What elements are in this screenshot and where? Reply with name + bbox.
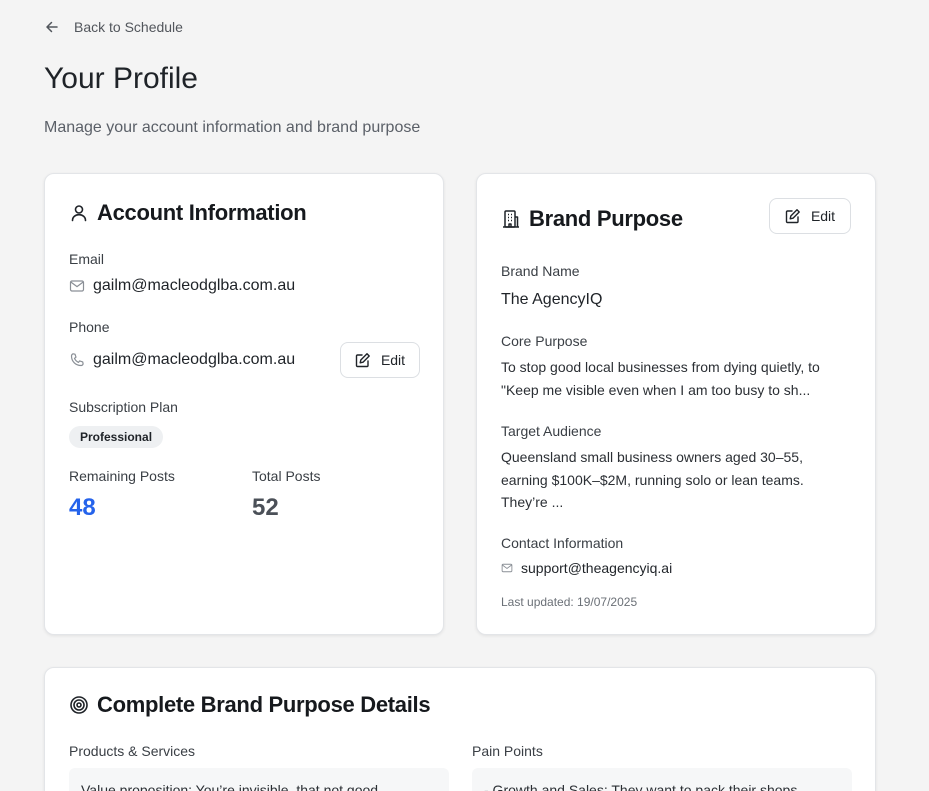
account-card-header: Account Information [69, 200, 307, 226]
pain-points-box: - Growth and Sales: They want to pack th… [472, 768, 852, 791]
pain-points-label: Pain Points [472, 743, 543, 759]
building-icon [503, 210, 519, 228]
brand-edit-button[interactable]: Edit [769, 198, 851, 234]
brand-edit-label: Edit [810, 208, 836, 224]
pencil-square-icon [785, 209, 800, 224]
pencil-square-icon [355, 353, 370, 368]
email-value: gailm@macleodglba.com.au [93, 277, 296, 294]
target-audience-label: Target Audience [501, 423, 602, 439]
total-posts-label: Total Posts [252, 468, 321, 484]
account-edit-label: Edit [380, 352, 406, 368]
remaining-posts-label: Remaining Posts [69, 468, 175, 484]
products-services-value: Value proposition: You’re invisible, tha… [81, 782, 379, 791]
target-icon [70, 696, 88, 714]
core-purpose-label: Core Purpose [501, 333, 588, 349]
mail-icon [501, 563, 513, 573]
contact-information-label: Contact Information [501, 535, 624, 551]
products-services-box: Value proposition: You’re invisible, tha… [69, 768, 449, 791]
contact-email-value: support@theagencyiq.ai [521, 560, 673, 576]
arrow-left-icon [46, 21, 58, 33]
details-card-header: Complete Brand Purpose Details [69, 692, 431, 718]
last-updated: Last updated: 19/07/2025 [501, 595, 638, 609]
subscription-plan-label: Subscription Plan [69, 399, 178, 415]
email-field: gailm@macleodglba.com.au [69, 277, 295, 295]
brand-name-value: The AgencyIQ [501, 291, 603, 308]
pain-points-value: - Growth and Sales: They want to pack th… [484, 782, 798, 791]
phone-icon [70, 353, 84, 367]
remaining-posts-value: 48 [69, 494, 96, 521]
brand-card-header: Brand Purpose [501, 206, 683, 232]
target-audience-value: Queensland small business owners aged 30… [501, 449, 804, 510]
phone-label: Phone [69, 319, 110, 335]
account-information-card: Account Information Email gailm@macleodg… [44, 173, 444, 635]
phone-field: gailm@macleodglba.com.au [69, 351, 295, 369]
page-title: Your Profile [44, 62, 198, 95]
page-subtitle: Manage your account information and bran… [44, 119, 421, 136]
account-edit-button[interactable]: Edit [340, 342, 420, 378]
core-purpose-value: To stop good local businesses from dying… [501, 359, 820, 398]
brand-card-title: Brand Purpose [529, 206, 683, 231]
phone-value: gailm@macleodglba.com.au [93, 351, 296, 368]
mail-icon [69, 280, 85, 292]
back-link-label: Back to Schedule [74, 19, 183, 35]
products-services-label: Products & Services [69, 743, 196, 759]
brand-details-card: Complete Brand Purpose Details Products … [44, 667, 876, 791]
total-posts-value: 52 [252, 494, 279, 521]
contact-email-field: support@theagencyiq.ai [501, 560, 672, 576]
brand-name-label: Brand Name [501, 263, 580, 279]
subscription-plan-badge: Professional [69, 426, 164, 448]
account-card-title: Account Information [97, 200, 307, 225]
email-label: Email [69, 251, 105, 267]
details-card-title: Complete Brand Purpose Details [97, 692, 431, 717]
brand-purpose-card: Brand Purpose Edit Brand Name The Agency… [476, 173, 876, 635]
user-icon [71, 205, 87, 222]
back-to-schedule-link[interactable]: Back to Schedule [44, 19, 183, 35]
